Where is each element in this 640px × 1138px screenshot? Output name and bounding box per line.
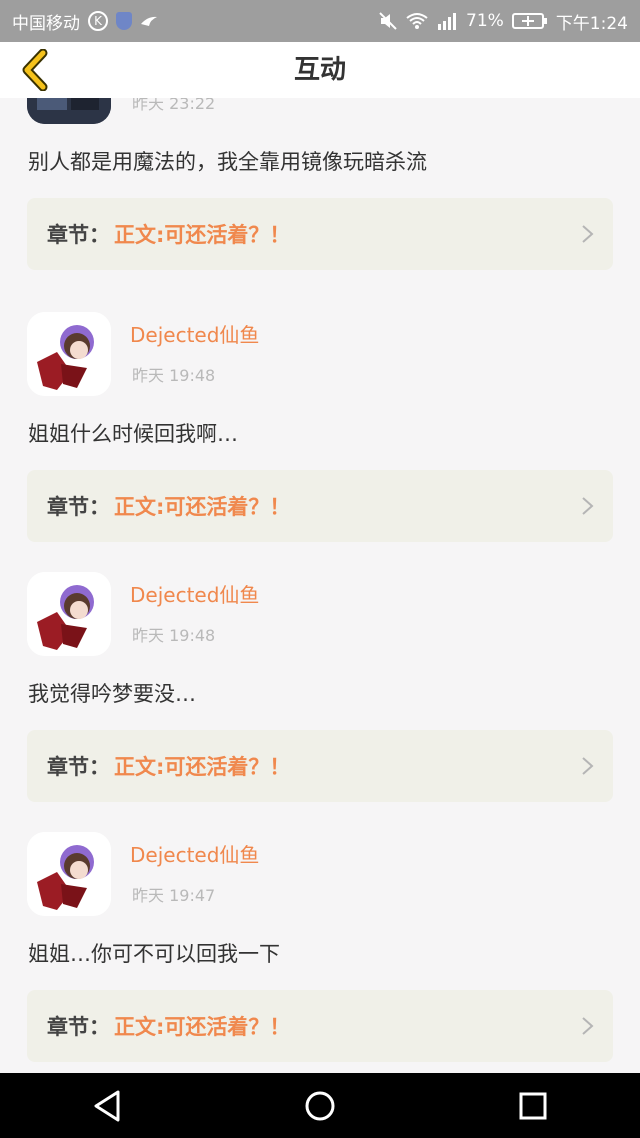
- chevron-left-icon: [22, 49, 48, 91]
- list-item: Dejected仙鱼 昨天 19:47 姐姐…你可不可以回我一下 章节： 正文:…: [0, 784, 640, 1062]
- status-bar: 中国移动 K 71% 下午1:24: [0, 0, 640, 42]
- list-item: Dejected仙鱼 昨天 19:48 我觉得吟梦要没… 章节： 正文:可还活着…: [0, 524, 640, 802]
- square-recents-icon: [519, 1092, 547, 1119]
- avatar[interactable]: [27, 98, 111, 124]
- chapter-label: 章节：: [47, 495, 110, 519]
- nav-recents-button[interactable]: [503, 1076, 563, 1136]
- comment-text: 姐姐什么时候回我啊…: [28, 422, 238, 446]
- chapter-label: 章节：: [47, 755, 110, 779]
- k-badge-icon: K: [88, 11, 108, 31]
- back-button[interactable]: [12, 48, 56, 92]
- avatar[interactable]: [27, 832, 111, 916]
- chapter-link[interactable]: 章节： 正文:可还活着？！: [27, 990, 613, 1062]
- comment-text: 我觉得吟梦要没…: [28, 682, 196, 706]
- username[interactable]: Dejected仙鱼: [130, 579, 259, 608]
- wifi-icon: [406, 12, 428, 30]
- shield-app-icon: [116, 12, 132, 30]
- carrier-label: 中国移动: [12, 13, 80, 34]
- chevron-right-icon: [582, 1017, 594, 1035]
- header-bar: 互动: [0, 42, 640, 98]
- clock: 下午1:24: [555, 13, 628, 34]
- chapter-label: 章节：: [47, 223, 110, 247]
- comment-feed[interactable]: 昨天 23:22 别人都是用魔法的，我全靠用镜像玩暗杀流 章节： 正文:可还活着…: [0, 98, 640, 1073]
- chapter-title: 正文:可还活着？！: [114, 755, 291, 779]
- comment-time: 昨天 19:48: [132, 366, 216, 385]
- chapter-label: 章节：: [47, 1015, 110, 1039]
- comment-text: 姐姐…你可不可以回我一下: [28, 942, 280, 966]
- chapter-title: 正文:可还活着？！: [114, 1015, 291, 1039]
- comment-text: 别人都是用魔法的，我全靠用镜像玩暗杀流: [28, 150, 427, 174]
- circle-home-icon: [305, 1091, 335, 1120]
- username[interactable]: Dejected仙鱼: [130, 319, 259, 348]
- nav-back-button[interactable]: [77, 1076, 137, 1136]
- chevron-right-icon: [582, 225, 594, 243]
- triangle-back-icon: [94, 1090, 120, 1121]
- comment-time: 昨天 23:22: [132, 98, 216, 113]
- nav-home-button[interactable]: [290, 1076, 350, 1136]
- chapter-title: 正文:可还活着？！: [114, 495, 291, 519]
- mute-icon: [378, 11, 398, 31]
- signal-icon: [436, 12, 458, 30]
- battery-percent: 71%: [466, 11, 504, 31]
- chevron-right-icon: [582, 497, 594, 515]
- bird-icon: [140, 14, 158, 28]
- list-item: Dejected仙鱼 昨天 19:48 姐姐什么时候回我啊… 章节： 正文:可还…: [0, 264, 640, 542]
- chapter-title: 正文:可还活着？！: [114, 223, 291, 247]
- system-nav-bar: [0, 1073, 640, 1138]
- comment-time: 昨天 19:47: [132, 886, 216, 905]
- avatar[interactable]: [27, 572, 111, 656]
- page-title: 互动: [293, 55, 346, 85]
- chapter-link[interactable]: 章节： 正文:可还活着？！: [27, 198, 613, 270]
- avatar[interactable]: [27, 312, 111, 396]
- comment-time: 昨天 19:48: [132, 626, 216, 645]
- chevron-right-icon: [582, 757, 594, 775]
- username[interactable]: Dejected仙鱼: [130, 839, 259, 868]
- battery-icon: [511, 12, 548, 30]
- list-item: 昨天 23:22 别人都是用魔法的，我全靠用镜像玩暗杀流 章节： 正文:可还活着…: [0, 98, 640, 270]
